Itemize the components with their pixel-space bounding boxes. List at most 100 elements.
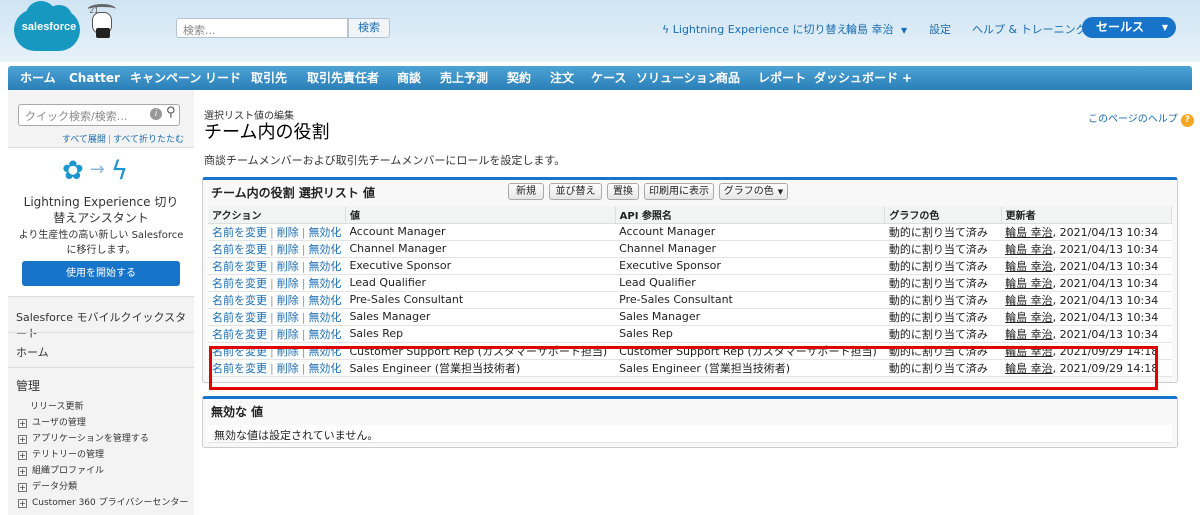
global-search-input[interactable]: 検索... bbox=[176, 18, 348, 38]
value-cell: Channel Manager bbox=[345, 240, 616, 258]
deactivate-link[interactable]: 無効化 bbox=[308, 277, 341, 290]
separator: | bbox=[301, 276, 306, 290]
modified-by-user-link[interactable]: 輪島 幸治 bbox=[1005, 260, 1053, 273]
delete-link[interactable]: 削除 bbox=[277, 226, 299, 239]
lightning-bolt-icon: ϟ bbox=[110, 156, 129, 186]
deactivate-link[interactable]: 無効化 bbox=[308, 243, 341, 256]
add-tab-button[interactable]: + bbox=[902, 66, 912, 90]
collapse-all-link[interactable]: すべて折りたたむ bbox=[113, 135, 184, 145]
tab-chatter[interactable]: Chatter bbox=[69, 66, 120, 90]
sidebar-item-privacy-center[interactable]: + Customer 360 プライバシーセンター bbox=[18, 495, 188, 508]
tab-products[interactable]: 商品 bbox=[716, 66, 740, 90]
tab-campaigns[interactable]: キャンペーン bbox=[130, 66, 201, 90]
separator: | bbox=[301, 225, 306, 239]
delete-link[interactable]: 削除 bbox=[277, 328, 299, 341]
sidebar-item-data-classification[interactable]: + データ分類 bbox=[18, 479, 77, 492]
column-header: アクション bbox=[208, 206, 346, 224]
sidebar-item-territories[interactable]: + テリトリーの管理 bbox=[18, 447, 104, 460]
column-header: 更新者 bbox=[1001, 206, 1173, 224]
sidebar-item-label: ユーザの管理 bbox=[32, 418, 86, 428]
delete-link[interactable]: 削除 bbox=[277, 277, 299, 290]
rename-link[interactable]: 名前を変更 bbox=[212, 328, 267, 341]
modified-by-user-link[interactable]: 輪島 幸治 bbox=[1005, 226, 1053, 239]
tab-forecasts[interactable]: 売上予測 bbox=[440, 66, 488, 90]
sidebar-item-label: Customer 360 プライバシーセンター bbox=[32, 498, 189, 508]
get-started-button[interactable]: 使用を開始する bbox=[22, 261, 180, 286]
help-training-link[interactable]: ヘルプ & トレーニング bbox=[972, 21, 1087, 37]
tab-solutions[interactable]: ソリューション bbox=[636, 66, 720, 90]
inactive-values-block: 無効な 値 無効な値は設定されていません。 bbox=[202, 396, 1178, 448]
modified-by-user-link[interactable]: 輪島 幸治 bbox=[1005, 243, 1053, 256]
rename-link[interactable]: 名前を変更 bbox=[212, 294, 267, 307]
mobile-quickstart-link[interactable]: Salesforce モバイルクイックスタート bbox=[16, 309, 194, 341]
replace-button[interactable]: 置換 bbox=[607, 183, 639, 200]
chevron-down-icon: ▼ bbox=[901, 26, 908, 35]
tab-cases[interactable]: ケース bbox=[591, 66, 626, 90]
modified-by-user-link[interactable]: 輪島 幸治 bbox=[1005, 311, 1053, 324]
modified-date: , 2021/04/13 10:34 bbox=[1052, 225, 1159, 239]
deactivate-link[interactable]: 無効化 bbox=[308, 260, 341, 273]
deactivate-link[interactable]: 無効化 bbox=[308, 294, 341, 307]
deactivate-link[interactable]: 無効化 bbox=[308, 226, 341, 239]
chart-color-cell: 動的に割り当て済み bbox=[884, 257, 1002, 275]
rename-link[interactable]: 名前を変更 bbox=[212, 277, 267, 290]
setup-link[interactable]: 設定 bbox=[929, 21, 951, 37]
tab-home[interactable]: ホーム bbox=[20, 66, 56, 90]
divider bbox=[8, 367, 194, 368]
reorder-button[interactable]: 並び替え bbox=[549, 183, 602, 200]
inactive-message: 無効な値は設定されていません。 bbox=[208, 425, 1172, 443]
deactivate-link[interactable]: 無効化 bbox=[308, 311, 341, 324]
column-header[interactable]: API 参照名 bbox=[615, 206, 886, 224]
separator: | bbox=[301, 259, 306, 273]
tab-opportunities[interactable]: 商談 bbox=[397, 66, 421, 90]
modified-by-user-link[interactable]: 輪島 幸治 bbox=[1005, 328, 1053, 341]
column-header[interactable]: 値 bbox=[345, 206, 616, 224]
expand-all-link[interactable]: すべて展開 bbox=[62, 135, 106, 145]
rename-link[interactable]: 名前を変更 bbox=[212, 226, 267, 239]
release-update-link[interactable]: リリース更新 bbox=[30, 399, 84, 412]
tab-reports[interactable]: レポート bbox=[758, 66, 806, 90]
row-actions: 名前を変更 | 削除 | 無効化 bbox=[208, 291, 346, 309]
tab-leads[interactable]: リード bbox=[205, 66, 241, 90]
modified-by-user-link[interactable]: 輪島 幸治 bbox=[1005, 277, 1053, 290]
info-icon[interactable]: i bbox=[150, 108, 162, 120]
api-name-cell: Sales Manager bbox=[615, 308, 885, 326]
salesforce-logo[interactable]: salesforce bbox=[14, 1, 84, 53]
tab-dashboards[interactable]: ダッシュボード bbox=[814, 66, 898, 90]
sidebar-home-link[interactable]: ホーム bbox=[16, 344, 49, 360]
sidebar-item-users[interactable]: + ユーザの管理 bbox=[18, 415, 86, 428]
separator: | bbox=[270, 225, 274, 239]
tab-accounts[interactable]: 取引先 bbox=[251, 66, 287, 90]
printable-view-button[interactable]: 印刷用に表示 bbox=[644, 183, 714, 200]
tab-contacts[interactable]: 取引先責任者 bbox=[307, 66, 379, 90]
modified-date: , 2021/04/13 10:34 bbox=[1052, 310, 1159, 324]
assistant-title: Lightning Experience 切り替えアシスタント bbox=[23, 195, 179, 225]
chart-color-label: グラフの色 bbox=[723, 186, 774, 197]
sidebar-item-org-profile[interactable]: + 組織プロファイル bbox=[18, 463, 104, 476]
chart-color-button[interactable]: グラフの色 ▼ bbox=[719, 183, 788, 200]
delete-link[interactable]: 削除 bbox=[277, 294, 299, 307]
switch-lightning-link[interactable]: ϟ Lightning Experience に切り替え bbox=[662, 21, 848, 37]
modified-by-cell: 輪島 幸治, 2021/04/13 10:34 bbox=[1001, 257, 1172, 275]
modified-by-user-link[interactable]: 輪島 幸治 bbox=[1005, 294, 1053, 307]
delete-link[interactable]: 削除 bbox=[277, 311, 299, 324]
tab-orders[interactable]: 注文 bbox=[550, 66, 574, 90]
page-help-link[interactable]: このページのヘルプ? bbox=[1088, 110, 1194, 127]
search-icon[interactable]: ⚲ bbox=[166, 105, 176, 120]
rename-link[interactable]: 名前を変更 bbox=[212, 260, 267, 273]
tab-contracts[interactable]: 契約 bbox=[507, 66, 531, 90]
separator: | bbox=[301, 310, 306, 324]
rename-link[interactable]: 名前を変更 bbox=[212, 311, 267, 324]
search-button[interactable]: 検索 bbox=[348, 18, 390, 38]
user-menu[interactable]: 輪島 幸治 ▼ bbox=[846, 21, 907, 37]
highlight-box bbox=[209, 346, 1158, 390]
rename-link[interactable]: 名前を変更 bbox=[212, 243, 267, 256]
chevron-down-icon: ▼ bbox=[777, 188, 784, 196]
new-button[interactable]: 新規 bbox=[508, 183, 544, 200]
app-switcher[interactable]: セールス ▼ bbox=[1082, 17, 1176, 38]
delete-link[interactable]: 削除 bbox=[277, 260, 299, 273]
deactivate-link[interactable]: 無効化 bbox=[308, 328, 341, 341]
sidebar-item-apps[interactable]: + アプリケーションを管理する bbox=[18, 431, 149, 444]
page-title: チーム内の役割 bbox=[204, 122, 330, 143]
delete-link[interactable]: 削除 bbox=[277, 243, 299, 256]
